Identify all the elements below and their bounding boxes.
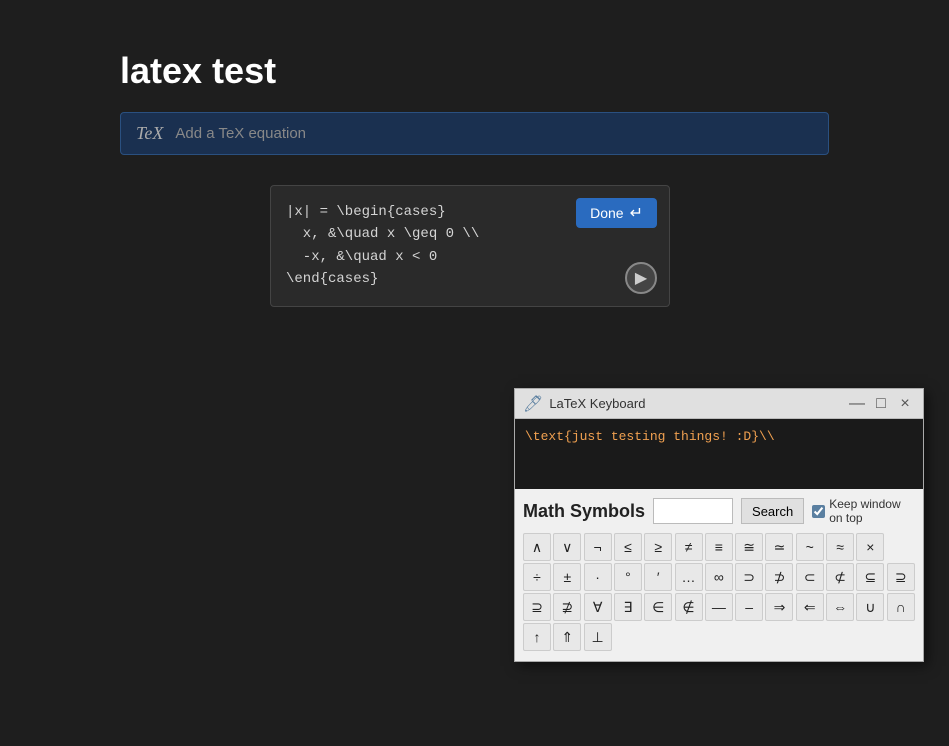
tex-placeholder: Add a TeX equation <box>175 125 306 142</box>
sym-neg[interactable]: ¬ <box>584 533 612 561</box>
sym-or[interactable]: ∨ <box>553 533 581 561</box>
sym-cup[interactable]: ∪ <box>856 593 884 621</box>
latex-keyboard-window: 🖊 LaTeX Keyboard — □ × \text{just testin… <box>514 388 924 662</box>
search-input[interactable] <box>653 498 733 524</box>
done-button[interactable]: Done ↵ <box>576 198 657 228</box>
sym-cdot[interactable]: · <box>584 563 612 591</box>
sym-approx[interactable]: ≈ <box>826 533 854 561</box>
sym-nsupseteq[interactable]: ⊉ <box>553 593 581 621</box>
sym-deg[interactable]: ° <box>614 563 642 591</box>
symbol-grid-row2: ÷ ± · ° ′ … ∞ ⊃ ⊅ ⊂ ⊄ ⊆ ⊇ <box>523 563 915 591</box>
enter-icon: ↵ <box>630 203 643 223</box>
keep-on-top-label[interactable]: Keep window on top <box>812 497 915 525</box>
sym-supseteq[interactable]: ⊇ <box>887 563 915 591</box>
render-icon: ▶ <box>635 268 647 288</box>
sym-pm[interactable]: ± <box>553 563 581 591</box>
sym-endash[interactable]: – <box>735 593 763 621</box>
sym-and[interactable]: ∧ <box>523 533 551 561</box>
sym-cong[interactable]: ≅ <box>735 533 763 561</box>
sym-leftarrow[interactable]: ⇐ <box>796 593 824 621</box>
sym-uparrow[interactable]: ↑ <box>523 623 551 651</box>
titlebar-left: 🖊 LaTeX Keyboard <box>523 394 645 414</box>
tex-logo: TeX <box>136 123 163 144</box>
sym-Uparrow[interactable]: ⇑ <box>553 623 581 651</box>
sym-not-subset[interactable]: ⊄ <box>826 563 854 591</box>
sym-emdash[interactable]: — <box>705 593 733 621</box>
keep-on-top-text: Keep window on top <box>829 497 915 525</box>
sym-leq[interactable]: ≤ <box>614 533 642 561</box>
sym-prime[interactable]: ′ <box>644 563 672 591</box>
sym-geq[interactable]: ≥ <box>644 533 672 561</box>
sym-in[interactable]: ∈ <box>644 593 672 621</box>
titlebar-title: LaTeX Keyboard <box>549 396 645 411</box>
sym-equiv[interactable]: ≡ <box>705 533 733 561</box>
keep-on-top-checkbox[interactable] <box>812 505 825 518</box>
done-label: Done <box>590 205 623 221</box>
sym-not-supset[interactable]: ⊅ <box>765 563 793 591</box>
titlebar-controls: — □ × <box>847 394 915 414</box>
sym-perp[interactable]: ⊥ <box>584 623 612 651</box>
sym-cap[interactable]: ∩ <box>887 593 915 621</box>
sym-exists[interactable]: ∃ <box>614 593 642 621</box>
sym-rightarrow[interactable]: ⇒ <box>765 593 793 621</box>
page-title: latex test <box>0 0 949 112</box>
sym-leftrightarrow[interactable]: ⇔ <box>826 593 854 621</box>
sym-sim[interactable]: ~ <box>796 533 824 561</box>
symbol-grid-row1: ∧ ∨ ¬ ≤ ≥ ≠ ≡ ≅ ≃ ~ ≈ × <box>523 533 915 561</box>
sym-subseteq[interactable]: ⊆ <box>856 563 884 591</box>
sym-supset[interactable]: ⊃ <box>735 563 763 591</box>
equation-editor: |x| = \begin{cases} x, &\quad x \geq 0 \… <box>270 185 670 307</box>
render-button[interactable]: ▶ <box>625 262 657 294</box>
sym-simeq[interactable]: ≃ <box>765 533 793 561</box>
symbol-grid-row3: ⊇ ⊉ ∀ ∃ ∈ ∉ — – ⇒ ⇐ ⇔ ∪ ∩ <box>523 593 915 621</box>
keyboard-titlebar: 🖊 LaTeX Keyboard — □ × <box>515 389 923 419</box>
symbol-grid-row4: ↑ ⇑ ⊥ <box>523 623 915 651</box>
sym-subset[interactable]: ⊂ <box>796 563 824 591</box>
close-button[interactable]: × <box>895 394 915 414</box>
math-symbols-label: Math Symbols <box>523 501 645 522</box>
sym-supseteq2[interactable]: ⊇ <box>523 593 551 621</box>
maximize-button[interactable]: □ <box>871 394 891 414</box>
search-button[interactable]: Search <box>741 498 804 524</box>
sym-neq[interactable]: ≠ <box>675 533 703 561</box>
keyboard-textarea[interactable]: \text{just testing things! :D}\\ <box>515 419 923 489</box>
keyboard-header-row: Math Symbols Search Keep window on top <box>523 497 915 525</box>
latex-icon: 🖊 <box>523 394 543 414</box>
sym-ldots[interactable]: … <box>675 563 703 591</box>
sym-div[interactable]: ÷ <box>523 563 551 591</box>
sym-infty[interactable]: ∞ <box>705 563 733 591</box>
sym-forall[interactable]: ∀ <box>584 593 612 621</box>
sym-notin[interactable]: ∉ <box>675 593 703 621</box>
tex-input-bar[interactable]: TeX Add a TeX equation <box>120 112 829 155</box>
sym-times[interactable]: × <box>856 533 884 561</box>
minimize-button[interactable]: — <box>847 394 867 414</box>
keyboard-body: Math Symbols Search Keep window on top ∧… <box>515 489 923 661</box>
